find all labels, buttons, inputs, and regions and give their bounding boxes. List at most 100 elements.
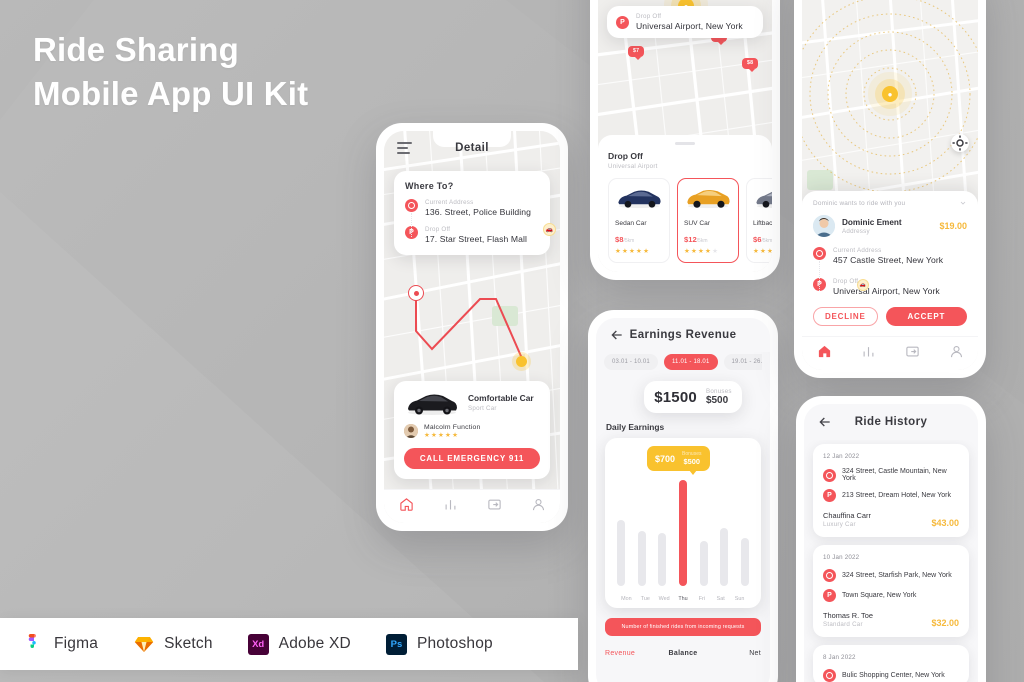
call-emergency-button[interactable]: CALL EMERGENCY 911 — [404, 448, 540, 469]
decline-button[interactable]: DECLINE — [813, 307, 878, 326]
route-connector — [819, 261, 821, 291]
avatar — [813, 215, 835, 237]
car-image — [404, 390, 460, 416]
tool-photoshop[interactable]: Ps Photoshop — [385, 633, 493, 656]
history-from: Bulic Shopping Center, New York — [842, 672, 945, 679]
date-range-chip[interactable]: 19.01 - 26.01 — [723, 354, 762, 370]
dropoff-row[interactable]: P Drop Off 17. Star Street, Flash Mall — [405, 226, 539, 244]
ride-request-sheet: Dominic wants to ride with you Dominic E… — [802, 191, 978, 336]
car-option-sedan[interactable]: Sedan Car $8/5km ★ ★ ★ ★ ★ — [608, 177, 670, 263]
daily-earnings-chart: $700 Bonuses $500 Mon Tue Wed Thu Fri Sat Sun — [605, 438, 761, 608]
dropoff-value: 17. Star Street, Flash Mall — [425, 234, 528, 244]
tab-home[interactable] — [399, 497, 414, 517]
phone-online: ● Online Dominic wants to ride with you — [794, 0, 986, 378]
tab-stats[interactable] — [861, 344, 876, 364]
car-unit: /5km — [696, 237, 708, 244]
driver-rating: ★ ★ ★ ★ ★ — [424, 431, 458, 439]
dropoff-value: Universal Airport, New York — [636, 21, 743, 31]
chart-bar[interactable] — [617, 520, 625, 586]
avatar — [404, 424, 418, 439]
tab-wallet[interactable] — [905, 344, 920, 364]
route-end-marker[interactable] — [516, 356, 527, 367]
tool-sketch[interactable]: Sketch — [132, 633, 213, 656]
car-marker-icon: 🚗 — [543, 223, 556, 236]
car-summary: Comfortable Car Sport Car — [404, 390, 540, 416]
back-arrow-icon[interactable] — [817, 414, 833, 430]
history-list: 12 Jan 2022 324 Street, Castle Mountain,… — [813, 444, 969, 682]
history-to: 213 Street, Dream Hotel, New York — [842, 492, 951, 499]
chevron-down-icon[interactable] — [959, 199, 967, 207]
rider-name: Dominic Ement — [842, 217, 902, 227]
sheet-heading: Drop Off — [608, 150, 643, 161]
date-range-chip[interactable]: 03.01 - 10.01 — [604, 354, 658, 370]
pickup-label: Current Address — [833, 247, 882, 254]
dropoff-pin: P — [823, 489, 836, 502]
tool-label: Adobe XD — [278, 635, 351, 652]
history-date: 10 Jan 2022 — [823, 554, 860, 561]
car-name: SUV Car — [684, 219, 711, 227]
driver-location-marker[interactable]: ● — [882, 86, 898, 102]
tab-profile[interactable] — [949, 344, 964, 364]
chart-bar[interactable] — [720, 527, 729, 586]
current-location-pin — [405, 199, 418, 212]
tab-balance[interactable]: Balance — [657, 650, 709, 657]
headline-line-2: Mobile App UI Kit — [33, 74, 309, 112]
history-driver: Thomas R. Toe — [823, 611, 873, 620]
tab-profile[interactable] — [531, 497, 546, 517]
pickup-label: Current Address — [425, 199, 474, 206]
gps-target-icon[interactable] — [951, 134, 969, 152]
tool-figma[interactable]: Figma — [22, 633, 98, 656]
car-option-suv[interactable]: SUV Car $12/5km ★ ★ ★ ★ ★ — [677, 177, 739, 263]
tooltip-bonus-value: $500 — [683, 457, 700, 466]
dropoff-label: Drop Off — [833, 278, 859, 285]
request-banner: Dominic wants to ride with you — [813, 199, 906, 207]
price-badge[interactable]: $8 — [742, 58, 759, 72]
rides-note: Number of finished rides from incoming r… — [605, 618, 761, 636]
car-option-liftback[interactable]: Liftback $6/5km ★★★★★ — [746, 177, 772, 263]
request-actions: DECLINE ACCEPT — [813, 307, 967, 326]
tool-adobe-xd[interactable]: Xd Adobe XD — [247, 633, 351, 656]
price-badge[interactable]: $7 — [628, 46, 645, 60]
detail-appbar: Detail — [384, 131, 560, 165]
online-appbar: Online — [802, 0, 978, 8]
pickup-row[interactable]: Current Address 136. Street, Police Buil… — [405, 199, 539, 217]
date-range-chip-selected[interactable]: 11.01 - 18.01 — [663, 354, 718, 370]
sheet-handle[interactable] — [675, 142, 695, 145]
dropoff-address-bar[interactable]: P Drop Off Universal Airport, New York — [607, 6, 763, 38]
back-arrow-icon[interactable] — [609, 327, 625, 343]
route-start-marker[interactable] — [408, 285, 424, 301]
chart-bar[interactable] — [658, 533, 667, 586]
car-price: $12 — [684, 234, 697, 244]
tab-home[interactable] — [817, 344, 832, 364]
phone-ride-history: Ride History 12 Jan 2022 324 Street, Cas… — [796, 396, 986, 682]
photoshop-badge: Ps — [385, 633, 407, 655]
driver-name: Malcolm Function — [424, 423, 481, 431]
chart-bars — [617, 480, 749, 586]
request-banner-row[interactable]: Dominic wants to ride with you — [813, 199, 967, 207]
car-rating: ★★★★★ — [753, 247, 772, 255]
history-item[interactable]: 10 Jan 2022 324 Street, Starfish Park, N… — [813, 545, 969, 637]
history-item[interactable]: 12 Jan 2022 324 Street, Castle Mountain,… — [813, 444, 969, 537]
dropoff-label: Drop Off — [425, 226, 451, 233]
tab-wallet[interactable] — [487, 497, 502, 517]
car-rating: ★★★★★ — [684, 247, 718, 255]
chart-bar[interactable] — [678, 480, 687, 586]
history-footer: Chauffina Carr Luxury Car $43.00 — [823, 511, 959, 528]
page-title: Ride Sharing Mobile App UI Kit — [33, 28, 308, 115]
driver-row[interactable]: Malcolm Function ★ ★ ★ ★ ★ — [404, 424, 540, 440]
chart-bar[interactable] — [740, 538, 749, 586]
chart-bar[interactable] — [699, 541, 708, 586]
accept-button[interactable]: ACCEPT — [885, 307, 967, 326]
chart-x-label: Wed — [658, 596, 670, 602]
tab-net[interactable]: Net — [709, 650, 761, 657]
earnings-title: Earnings Revenue — [629, 329, 737, 341]
rider-row: Dominic Ement Addressy $19.00 — [813, 215, 967, 237]
history-date: 8 Jan 2022 — [823, 654, 856, 661]
hamburger-icon[interactable] — [397, 142, 412, 154]
tab-revenue[interactable]: Revenue — [605, 650, 657, 657]
daily-earnings-heading: Daily Earnings — [606, 422, 665, 432]
history-item[interactable]: 8 Jan 2022 Bulic Shopping Center, New Yo… — [813, 645, 969, 682]
chart-x-label: Thu — [678, 596, 688, 602]
tab-stats[interactable] — [443, 497, 458, 517]
chart-bar[interactable] — [637, 530, 646, 586]
